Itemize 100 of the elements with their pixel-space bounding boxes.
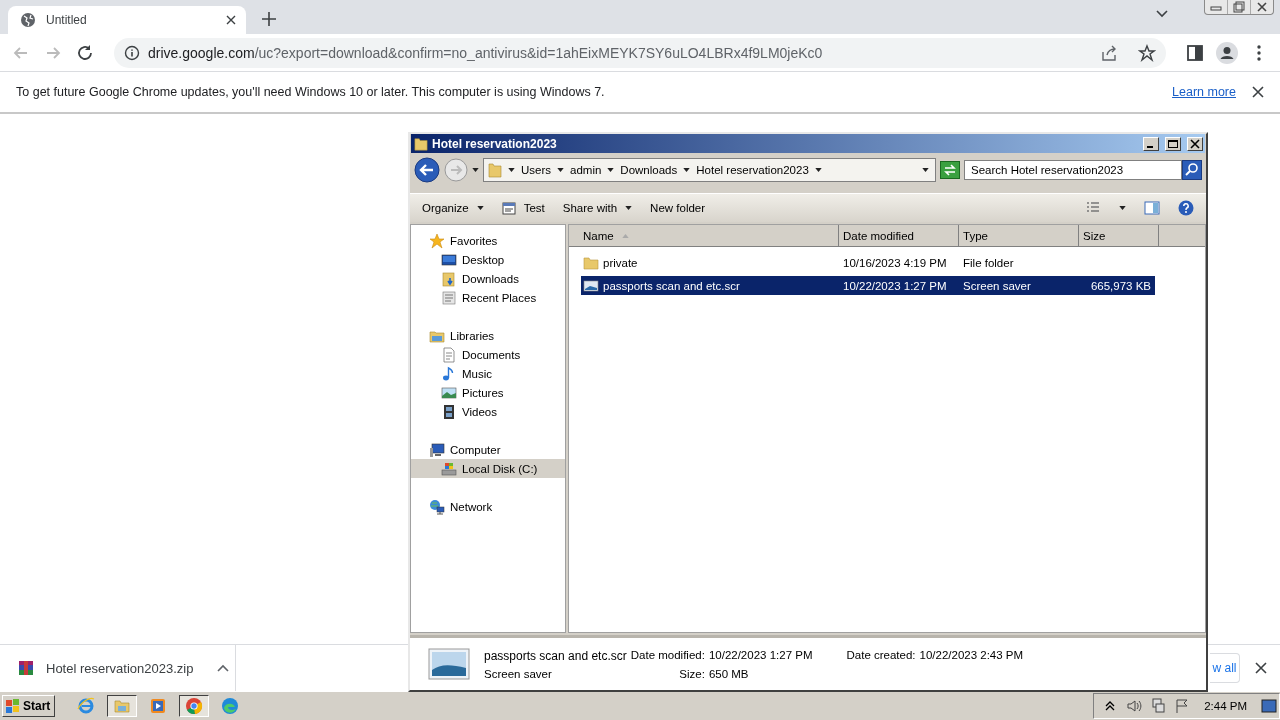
search-field[interactable]: Search Hotel reservation2023: [964, 160, 1182, 180]
close-icon[interactable]: [226, 15, 236, 25]
film-icon: [441, 403, 457, 420]
chevron-icon: [508, 168, 515, 172]
learn-more-link[interactable]: Learn more: [1172, 85, 1236, 99]
download-folder-icon: [441, 270, 457, 287]
file-row[interactable]: passports scan and etc.scr 10/22/2023 1:27 PM Screen saver 665,973 KB: [581, 276, 1155, 295]
dropdown-icon: [472, 168, 479, 172]
nav-item[interactable]: Libraries: [411, 326, 565, 345]
column-header[interactable]: Name: [569, 225, 839, 247]
field-label: Date modified:: [630, 648, 705, 663]
nav-item[interactable]: Documents: [411, 345, 565, 364]
file-type: File folder: [963, 256, 1014, 269]
file-name: passports scan and etc.scr: [603, 279, 740, 292]
maximize-icon[interactable]: [1165, 136, 1181, 151]
file-row[interactable]: private 10/16/2023 4:19 PM File folder: [581, 253, 1155, 272]
share-icon[interactable]: [1100, 43, 1118, 62]
browser-tab[interactable]: Untitled: [8, 6, 246, 34]
nav-item[interactable]: Pictures: [411, 383, 565, 402]
avatar-icon[interactable]: [1216, 41, 1238, 64]
caret-icon: [625, 206, 633, 210]
chevron-up-icon[interactable]: [217, 664, 230, 672]
clock[interactable]: 2:44 PM: [1204, 700, 1247, 712]
new-tab-icon[interactable]: [262, 12, 276, 26]
close-icon[interactable]: [1254, 661, 1268, 675]
date-modified: 10/22/2023 1:27 PM: [843, 279, 947, 292]
dropdown-icon: [922, 168, 929, 172]
field-value: 650 MB: [708, 667, 750, 680]
column-header[interactable]: Type: [959, 225, 1079, 247]
field-value: 10/22/2023 2:43 PM: [919, 648, 1024, 663]
minimize-icon[interactable]: [1143, 136, 1159, 151]
media-player-icon[interactable]: [149, 697, 168, 715]
help-icon[interactable]: [1178, 200, 1194, 216]
address-bar[interactable]: Users admin Downloads Hotel reservation2023: [483, 158, 936, 182]
chevron-down-icon[interactable]: [1156, 10, 1168, 18]
monitor-icon: [441, 251, 457, 268]
address-bar[interactable]: drive.google.com/uc?export=download&confirm=no_antivirus&id=1ahEixMEYK7SY6uLO4LBRx4f9LM0jeKc0: [114, 37, 1166, 68]
toolbar-button[interactable]: New folder: [650, 200, 706, 216]
refresh-icon[interactable]: [940, 161, 960, 179]
field-value: 10/22/2023 1:27 PM: [708, 648, 814, 663]
network-icon: [429, 498, 445, 515]
nav-item[interactable]: Network: [411, 497, 565, 516]
back-icon[interactable]: [414, 157, 440, 183]
menu-button[interactable]: Organize: [422, 200, 484, 216]
column-header[interactable]: Date modified: [839, 225, 959, 247]
menu-button[interactable]: Share with: [562, 200, 633, 216]
tab-title: Untitled: [46, 13, 88, 27]
archive-icon: [18, 660, 34, 676]
chevron-icon: [814, 168, 822, 172]
document-icon: [441, 346, 457, 363]
field-label: Size:: [678, 667, 705, 680]
taskbar-button[interactable]: [107, 695, 138, 717]
screen-saver-icon: [583, 277, 599, 294]
toolbar-button[interactable]: Test: [501, 199, 545, 217]
chevron-icon: [607, 168, 615, 172]
folder-icon: [583, 254, 599, 271]
computer-icon: [429, 441, 445, 458]
field-label: Date created:: [846, 648, 916, 663]
details-filename: passports scan and etc.scr: [484, 648, 627, 663]
nav-item[interactable]: Computer: [411, 440, 565, 459]
hard-drive-icon: [441, 460, 457, 477]
search-icon[interactable]: [1182, 160, 1202, 180]
breadcrumb-item[interactable]: Hotel reservation2023: [696, 164, 809, 176]
preview-pane-icon[interactable]: [1144, 200, 1160, 216]
file-name: private: [603, 256, 638, 269]
network-icon[interactable]: [1150, 698, 1167, 714]
start-button[interactable]: Start: [2, 695, 56, 717]
nav-item[interactable]: Desktop: [411, 250, 565, 269]
window-title: Hotel reservation2023: [432, 136, 557, 151]
url-text: drive.google.com/uc?export=download&confirm=no_antivirus&id=1ahEixMEYK7SY6uLO4LBRx4f9LM0jeKc0: [148, 44, 823, 61]
chevron-icon: [683, 168, 691, 172]
dropdown-icon: [1119, 206, 1126, 210]
star-icon[interactable]: [1138, 43, 1156, 62]
chevron-icon: [557, 168, 565, 172]
folder-icon: [414, 136, 428, 151]
close-icon[interactable]: [1252, 86, 1264, 98]
column-header[interactable]: Size: [1079, 225, 1159, 247]
globe-icon: [20, 12, 36, 28]
show-all-button[interactable]: w all: [1210, 653, 1240, 683]
breadcrumb-item[interactable]: admin: [570, 164, 602, 176]
nav-item[interactable]: Downloads: [411, 269, 565, 288]
nav-item[interactable]: Recent Places: [411, 288, 565, 307]
show-desktop-icon[interactable]: [1261, 698, 1277, 714]
star-icon: [429, 232, 445, 249]
nav-item[interactable]: Favorites: [411, 231, 565, 250]
date-modified: 10/16/2023 4:19 PM: [843, 256, 947, 269]
update-message: To get future Google Chrome updates, you'll need Windows 10 or later. This computer is using Windows 7.: [16, 85, 606, 99]
taskbar-button[interactable]: [179, 695, 210, 717]
speaker-icon[interactable]: [1126, 698, 1143, 714]
breadcrumb-item[interactable]: Downloads: [620, 164, 678, 176]
file-type: Screen saver: [963, 279, 1031, 292]
breadcrumb-item[interactable]: Users: [521, 164, 552, 176]
recent-places-icon: [441, 289, 457, 306]
details-file-type: Screen saver: [484, 667, 553, 680]
nav-item[interactable]: Videos: [411, 402, 565, 421]
file-size: 665,973 KB: [1090, 279, 1151, 292]
screen-saver-icon: [428, 648, 470, 680]
nav-item[interactable]: Local Disk (C:): [411, 459, 565, 478]
nav-item[interactable]: Music: [411, 364, 565, 383]
download-filename: Hotel reservation2023.zip: [46, 660, 194, 676]
